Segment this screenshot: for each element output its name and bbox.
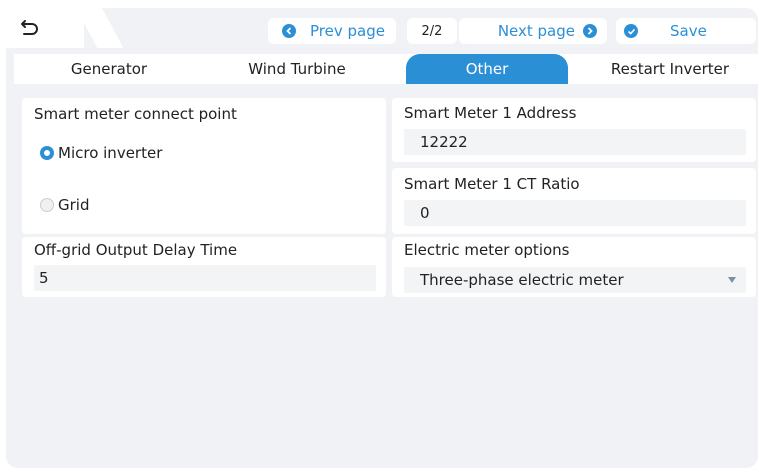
meter-options-value: Three-phase electric meter xyxy=(420,271,624,289)
dropdown-arrow-icon xyxy=(728,277,736,283)
back-arrow-icon[interactable] xyxy=(20,18,40,38)
save-label: Save xyxy=(670,22,707,40)
next-page-button[interactable]: Next page xyxy=(459,18,607,44)
ct-ratio-value: 0 xyxy=(420,204,430,222)
save-button[interactable]: Save xyxy=(616,18,756,44)
prev-page-label: Prev page xyxy=(310,22,385,40)
radio-grid-label: Grid xyxy=(58,196,90,214)
ct-ratio-title: Smart Meter 1 CT Ratio xyxy=(404,175,580,193)
chevron-right-circle-icon xyxy=(583,24,597,38)
meter-address-title: Smart Meter 1 Address xyxy=(404,104,577,122)
connect-point-card: Smart meter connect point Micro inverter… xyxy=(22,98,386,234)
connect-point-title: Smart meter connect point xyxy=(34,105,237,123)
meter-address-value: 12222 xyxy=(420,133,468,151)
chevron-left-circle-icon xyxy=(282,24,296,38)
next-page-label: Next page xyxy=(497,22,575,40)
page-indicator: 2/2 xyxy=(407,18,457,44)
delay-time-input[interactable]: 5 xyxy=(34,265,376,291)
tab-generator[interactable]: Generator xyxy=(34,54,184,84)
delay-time-value: 5 xyxy=(39,269,49,287)
top-bar: Prev page 2/2 Next page Save xyxy=(6,8,758,48)
radio-grid[interactable]: Grid xyxy=(40,196,89,214)
ct-ratio-input[interactable]: 0 xyxy=(404,200,746,226)
meter-address-card: Smart Meter 1 Address 12222 xyxy=(392,98,756,162)
ct-ratio-card: Smart Meter 1 CT Ratio 0 xyxy=(392,168,756,234)
tab-bar: Generator Wind Turbine Other Restart Inv… xyxy=(14,54,758,84)
check-circle-icon xyxy=(624,24,638,38)
meter-options-select[interactable]: Three-phase electric meter xyxy=(404,267,746,293)
back-tab xyxy=(6,8,84,48)
meter-address-input[interactable]: 12222 xyxy=(404,129,746,155)
meter-options-title: Electric meter options xyxy=(404,241,570,259)
radio-selected-icon xyxy=(40,146,54,160)
tab-wind-turbine[interactable]: Wind Turbine xyxy=(222,54,372,84)
tab-other[interactable]: Other xyxy=(406,54,568,84)
radio-micro-inverter[interactable]: Micro inverter xyxy=(40,144,162,162)
radio-micro-inverter-label: Micro inverter xyxy=(58,144,163,162)
prev-page-button[interactable]: Prev page xyxy=(268,18,396,44)
delay-time-title: Off-grid Output Delay Time xyxy=(34,241,238,259)
meter-options-card: Electric meter options Three-phase elect… xyxy=(392,237,756,297)
tab-restart-inverter[interactable]: Restart Inverter xyxy=(589,54,751,84)
delay-time-card: Off-grid Output Delay Time 5 xyxy=(22,237,386,297)
radio-unselected-icon xyxy=(40,198,54,212)
app-screen: Prev page 2/2 Next page Save Generator W… xyxy=(6,8,758,468)
